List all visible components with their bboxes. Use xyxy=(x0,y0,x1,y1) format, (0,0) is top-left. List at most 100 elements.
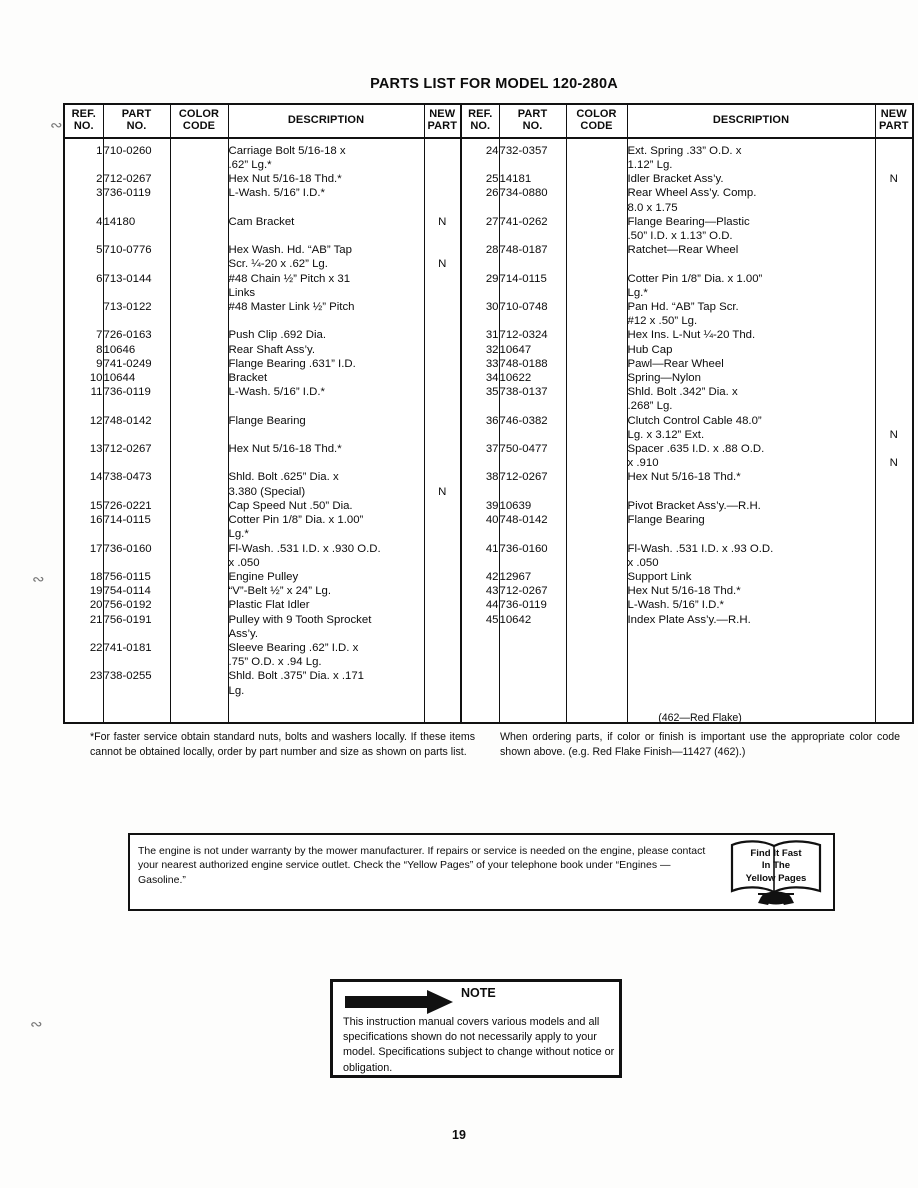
cell-new-part xyxy=(424,612,462,641)
cell-part-no: 710-0776 xyxy=(103,243,171,272)
cell-new-part xyxy=(424,498,462,514)
cell-description: Fl-Wash. .531 I.D. x .930 O.D. x .050 xyxy=(228,541,425,570)
cell-new-part xyxy=(424,356,462,372)
cell-description: Hex Nut 5/16-18 Thd.* xyxy=(228,172,425,187)
cell-color-code xyxy=(566,513,628,542)
table-row: 7 726-0163 Push Clip .692 Dia. 31 712-0324 He… xyxy=(65,328,912,343)
cell-color-code xyxy=(566,328,628,343)
cell-ref-no: 41 xyxy=(461,541,500,570)
cell-ref-no: 28 xyxy=(461,243,500,272)
cell-new-part xyxy=(875,357,912,371)
cell-ref-no: 14 xyxy=(65,470,104,499)
cell-description: Plastic Flat Idler xyxy=(228,598,425,613)
table-filler-cell xyxy=(461,697,500,722)
cell-new-part xyxy=(424,271,462,301)
cell-description: #48 Chain ½” Pitch x 31 Links xyxy=(228,271,425,301)
cell-new-part xyxy=(875,300,912,328)
cell-part-no: 736-0119 xyxy=(499,598,567,613)
cell-part-no: 741-0249 xyxy=(103,356,171,372)
cell-ref-no: 24 xyxy=(461,137,500,173)
cell-color-code xyxy=(170,669,229,698)
cell-description: Shld. Bolt .375” Dia. x .171 Lg. xyxy=(228,669,425,698)
engine-warranty-text: The engine is not under warranty by the … xyxy=(138,845,706,886)
cell-new-part xyxy=(875,570,912,584)
cell-new-part xyxy=(424,371,462,386)
cell-ref-no: 17 xyxy=(65,541,104,570)
cell-ref-no: 45 xyxy=(461,612,500,641)
cell-part-no: 736-0160 xyxy=(103,541,171,570)
cell-ref-no: 39 xyxy=(461,498,500,514)
cell-description: Pan Hd. “AB” Tap Scr. #12 x .50” Lg. xyxy=(627,300,876,329)
cell-new-part xyxy=(424,598,462,613)
cell-description: Shld. Bolt .342” Dia. x .268” Lg. xyxy=(627,385,876,414)
cell-ref-no: 16 xyxy=(65,513,104,542)
table-row: 6 713-0144 #48 Chain ½” Pitch x 31 Links 29… xyxy=(65,271,912,301)
cell-new-part xyxy=(875,669,912,697)
header-color-code-left: COLOR CODE xyxy=(170,105,229,139)
cell-description: Push Clip .692 Dia. xyxy=(228,328,425,343)
cell-ref-no: 29 xyxy=(461,271,500,301)
cell-description: Hex Nut 5/16-18 Thd.* xyxy=(228,442,425,471)
table-row: 16 714-0115 Cotter Pin 1/8” Dia. x 1.00” L… xyxy=(65,513,912,542)
table-header-row: REF. NO. PART NO. COLOR CODE DESCRIPTION… xyxy=(65,105,912,139)
cell-description: Pulley with 9 Tooth Sprocket Ass’y. xyxy=(228,612,425,641)
cell-new-part xyxy=(424,569,462,585)
cell-color-code xyxy=(170,442,229,471)
cell-color-code xyxy=(170,612,229,641)
cell-ref-no: 20 xyxy=(65,598,104,613)
cell-part-no: 756-0192 xyxy=(103,598,171,613)
cell-new-part xyxy=(424,640,462,670)
cell-description: Fl-Wash. .531 I.D. x .93 O.D. x .050 xyxy=(627,541,876,570)
cell-new-part xyxy=(875,513,912,541)
cell-color-code xyxy=(170,498,229,514)
cell-ref-no: 21 xyxy=(65,612,104,641)
cell-new-part xyxy=(875,641,912,669)
cell-ref-no: 42 xyxy=(461,569,500,585)
cell-part-no: 10644 xyxy=(103,371,171,386)
cell-color-code xyxy=(170,584,229,599)
cell-ref-no: 30 xyxy=(461,300,500,329)
cell-new-part xyxy=(424,342,462,357)
cell-color-code xyxy=(170,328,229,343)
cell-color-code xyxy=(566,470,628,499)
cell-ref-no: 27 xyxy=(461,214,500,244)
note-box: NOTE This instruction manual covers vari… xyxy=(330,979,622,1078)
cell-ref-no: 35 xyxy=(461,385,500,414)
cell-ref-no: 7 xyxy=(65,328,104,343)
cell-ref-no: 5 xyxy=(65,243,104,272)
cell-color-code xyxy=(170,356,229,372)
cell-color-code xyxy=(170,470,229,499)
cell-ref-no: 8 xyxy=(65,342,104,357)
cell-new-part xyxy=(424,541,462,570)
cell-color-code xyxy=(566,569,628,585)
cell-part-no: 748-0187 xyxy=(499,243,567,272)
cell-description: Hub Cap xyxy=(627,342,876,357)
cell-description: “V”-Belt ½” x 24” Lg. xyxy=(228,584,425,599)
header-new-part-left: NEW PART xyxy=(424,105,462,139)
cell-description: L-Wash. 5/16” I.D.* xyxy=(228,186,425,215)
cell-new-part xyxy=(424,584,462,599)
cell-part-no: 10647 xyxy=(499,342,567,357)
cell-ref-no: 13 xyxy=(65,442,104,471)
header-color-code-right: COLOR CODE xyxy=(566,105,628,139)
cell-new-part xyxy=(424,385,462,414)
cell-new-part xyxy=(424,186,462,215)
cell-new-part: N xyxy=(889,428,898,441)
cell-description: Flange Bearing xyxy=(627,513,876,542)
cell-description: Spring—Nylon xyxy=(627,371,876,386)
cell-new-part xyxy=(875,598,912,612)
cell-new-part xyxy=(424,172,462,187)
table-row: 17 736-0160 Fl-Wash. .531 I.D. x .930 O.D.… xyxy=(65,541,912,570)
cell-color-code xyxy=(170,300,229,329)
cell-ref-no: 19 xyxy=(65,584,104,599)
cell-ref-no: 44 xyxy=(461,598,500,613)
cell-new-part xyxy=(875,542,912,570)
cell-part-no: 741-0262 xyxy=(499,214,567,244)
cell-part-no: 736-0119 xyxy=(103,385,171,414)
cell-ref-no: 4 xyxy=(65,214,104,244)
cell-part-no: 10642 xyxy=(499,612,567,641)
cell-color-code xyxy=(170,513,229,542)
cell-part-no: 710-0748 xyxy=(499,300,567,329)
cell-part-no: 754-0114 xyxy=(103,584,171,599)
cell-new-part xyxy=(875,470,912,498)
